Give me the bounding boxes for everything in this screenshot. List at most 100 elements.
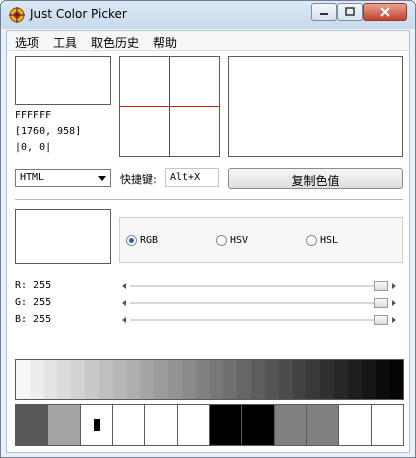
history-swatch[interactable] xyxy=(242,405,275,445)
close-icon xyxy=(380,7,390,17)
green-slider[interactable] xyxy=(120,298,398,308)
red-channel-label: R: 255 xyxy=(15,280,52,291)
close-button[interactable] xyxy=(363,3,407,21)
magnifier-view xyxy=(119,56,220,157)
gradient-swatch[interactable] xyxy=(195,360,210,399)
slider-thumb[interactable] xyxy=(374,298,388,308)
color-picker-app-icon xyxy=(9,7,25,23)
history-swatch[interactable] xyxy=(306,405,340,445)
hex-value: FFFFFF xyxy=(15,110,52,121)
minimize-button[interactable] xyxy=(311,3,337,21)
gradient-swatch[interactable] xyxy=(181,360,196,399)
chevron-down-icon xyxy=(98,176,106,181)
client-area: 选项 工具 取色历史 帮助 FFFFFF [1760, 958] |0, 0| … xyxy=(6,30,410,453)
gradient-swatch[interactable] xyxy=(375,360,390,399)
scroll-right-icon[interactable] xyxy=(392,317,396,323)
radio-rgb[interactable]: RGB xyxy=(126,235,158,246)
crosshair-horizontal xyxy=(120,106,219,107)
gradient-swatch[interactable] xyxy=(112,360,127,399)
gradient-swatch[interactable] xyxy=(306,360,321,399)
gradient-swatch[interactable] xyxy=(98,360,113,399)
text-cursor-icon xyxy=(93,419,100,431)
history-swatch[interactable] xyxy=(16,405,49,445)
red-slider[interactable] xyxy=(120,281,398,291)
scroll-left-icon[interactable] xyxy=(122,317,126,323)
history-swatch[interactable] xyxy=(177,405,210,445)
blue-slider[interactable] xyxy=(120,315,398,325)
radio-hsl[interactable]: HSL xyxy=(306,235,338,246)
current-color-preview xyxy=(15,56,111,105)
gradient-swatch[interactable] xyxy=(168,360,182,399)
scroll-left-icon[interactable] xyxy=(122,300,126,306)
app-window: Just Color Picker 选项 工具 取色历史 帮助 FFFFFF [… xyxy=(0,0,416,458)
slider-track xyxy=(130,302,388,304)
gradient-swatch[interactable] xyxy=(154,360,169,399)
section-divider xyxy=(15,199,403,201)
history-swatch[interactable] xyxy=(80,405,113,445)
gradient-swatch[interactable] xyxy=(334,360,348,399)
shade-gradient-bar[interactable] xyxy=(15,359,404,400)
gradient-swatch[interactable] xyxy=(251,360,265,399)
green-channel-label: G: 255 xyxy=(15,297,52,308)
gradient-swatch[interactable] xyxy=(292,360,307,399)
radio-hsv-label: HSV xyxy=(230,235,249,246)
slider-track xyxy=(130,285,388,287)
gradient-swatch[interactable] xyxy=(223,360,238,399)
menu-help[interactable]: 帮助 xyxy=(153,34,177,51)
gradient-swatch[interactable] xyxy=(347,360,362,399)
gradient-swatch[interactable] xyxy=(278,360,293,399)
maximize-icon xyxy=(345,7,355,16)
gradient-swatch[interactable] xyxy=(16,360,30,399)
radio-rgb-label: RGB xyxy=(140,235,159,246)
radio-rgb-indicator xyxy=(126,235,137,246)
radio-hsv[interactable]: HSV xyxy=(216,235,248,246)
slider-thumb[interactable] xyxy=(374,315,388,325)
gradient-swatch[interactable] xyxy=(209,360,224,399)
scroll-left-icon[interactable] xyxy=(122,283,126,289)
cursor-position: [1760, 958] xyxy=(15,126,82,137)
history-swatch[interactable] xyxy=(209,405,243,445)
scroll-right-icon[interactable] xyxy=(392,283,396,289)
color-mode-group: RGB HSV HSL xyxy=(119,217,403,263)
gradient-swatch[interactable] xyxy=(85,360,99,399)
shortcut-label: 快捷键: xyxy=(120,173,157,186)
radio-hsl-indicator xyxy=(306,235,317,246)
history-swatch[interactable] xyxy=(371,405,403,445)
gradient-swatch[interactable] xyxy=(389,360,404,399)
radio-hsv-indicator xyxy=(216,235,227,246)
title-bar[interactable]: Just Color Picker xyxy=(1,1,415,29)
history-swatch[interactable] xyxy=(112,405,146,445)
gradient-swatch[interactable] xyxy=(71,360,86,399)
shortcut-field[interactable]: Alt+X xyxy=(165,168,219,187)
gradient-swatch[interactable] xyxy=(126,360,141,399)
gradient-swatch[interactable] xyxy=(57,360,72,399)
history-swatch[interactable] xyxy=(48,405,81,445)
gradient-swatch[interactable] xyxy=(237,360,252,399)
blue-channel-label: B: 255 xyxy=(15,314,52,325)
format-select-value: HTML xyxy=(20,172,45,183)
gradient-swatch[interactable] xyxy=(320,360,335,399)
scroll-right-icon[interactable] xyxy=(392,300,396,306)
gradient-swatch[interactable] xyxy=(361,360,376,399)
history-swatch[interactable] xyxy=(274,405,307,445)
history-swatch[interactable] xyxy=(145,405,178,445)
gradient-swatch[interactable] xyxy=(43,360,58,399)
menu-history[interactable]: 取色历史 xyxy=(91,34,139,51)
color-history-strip xyxy=(15,404,404,446)
gradient-swatch[interactable] xyxy=(140,360,155,399)
menu-bar: 选项 工具 取色历史 帮助 xyxy=(7,31,409,51)
selected-color-swatch xyxy=(15,209,111,264)
format-select[interactable]: HTML xyxy=(15,169,111,187)
copy-color-button[interactable]: 复制色值 xyxy=(228,168,403,189)
gradient-swatch[interactable] xyxy=(29,360,44,399)
slider-thumb[interactable] xyxy=(374,281,388,291)
minimize-icon xyxy=(320,13,328,15)
maximize-button[interactable] xyxy=(337,3,363,21)
gradient-swatch[interactable] xyxy=(264,360,279,399)
history-swatch[interactable] xyxy=(339,405,372,445)
menu-tools[interactable]: 工具 xyxy=(53,34,77,51)
radio-hsl-label: HSL xyxy=(320,235,339,246)
window-title: Just Color Picker xyxy=(30,7,127,21)
menu-options[interactable]: 选项 xyxy=(15,34,39,51)
color-sample-panel xyxy=(228,56,403,157)
